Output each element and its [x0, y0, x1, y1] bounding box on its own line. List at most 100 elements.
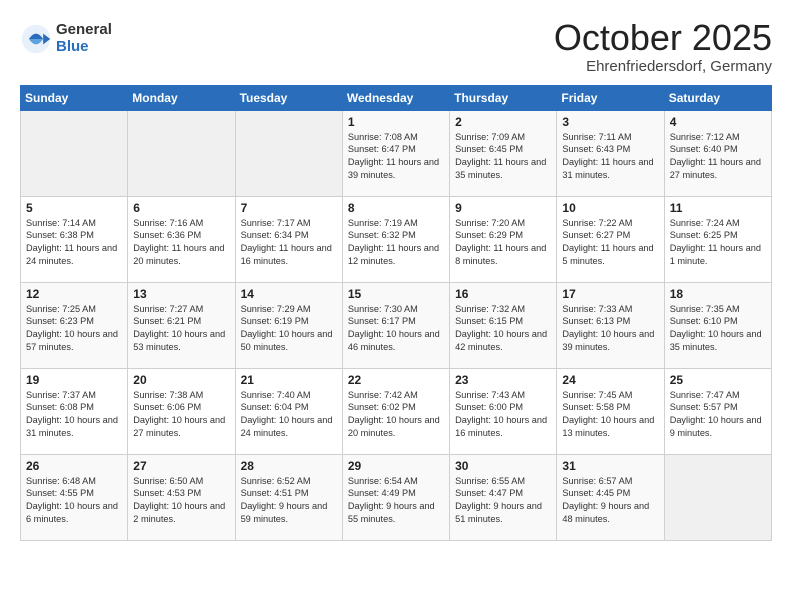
table-row: 18 Sunrise: 7:35 AMSunset: 6:10 PMDaylig…	[664, 282, 771, 368]
logo-text: General Blue	[56, 22, 112, 55]
day-number: 10	[562, 201, 658, 215]
col-tuesday: Tuesday	[235, 85, 342, 110]
day-number: 6	[133, 201, 229, 215]
table-row: 7 Sunrise: 7:17 AMSunset: 6:34 PMDayligh…	[235, 196, 342, 282]
day-number: 28	[241, 459, 337, 473]
day-number: 5	[26, 201, 122, 215]
logo-general: General	[56, 22, 112, 39]
day-number: 29	[348, 459, 444, 473]
logo: General Blue	[20, 22, 112, 55]
logo-blue: Blue	[56, 39, 112, 56]
day-number: 22	[348, 373, 444, 387]
day-info: Sunrise: 7:42 AMSunset: 6:02 PMDaylight:…	[348, 389, 444, 441]
table-row: 26 Sunrise: 6:48 AMSunset: 4:55 PMDaylig…	[21, 454, 128, 540]
table-row: 29 Sunrise: 6:54 AMSunset: 4:49 PMDaylig…	[342, 454, 449, 540]
table-row: 16 Sunrise: 7:32 AMSunset: 6:15 PMDaylig…	[450, 282, 557, 368]
table-row: 21 Sunrise: 7:40 AMSunset: 6:04 PMDaylig…	[235, 368, 342, 454]
day-number: 7	[241, 201, 337, 215]
day-info: Sunrise: 6:54 AMSunset: 4:49 PMDaylight:…	[348, 475, 444, 527]
table-row	[128, 110, 235, 196]
day-number: 17	[562, 287, 658, 301]
day-number: 2	[455, 115, 551, 129]
table-row: 2 Sunrise: 7:09 AMSunset: 6:45 PMDayligh…	[450, 110, 557, 196]
table-row: 5 Sunrise: 7:14 AMSunset: 6:38 PMDayligh…	[21, 196, 128, 282]
day-number: 19	[26, 373, 122, 387]
table-row: 20 Sunrise: 7:38 AMSunset: 6:06 PMDaylig…	[128, 368, 235, 454]
table-row: 27 Sunrise: 6:50 AMSunset: 4:53 PMDaylig…	[128, 454, 235, 540]
day-info: Sunrise: 7:37 AMSunset: 6:08 PMDaylight:…	[26, 389, 122, 441]
day-info: Sunrise: 7:33 AMSunset: 6:13 PMDaylight:…	[562, 303, 658, 355]
day-info: Sunrise: 7:30 AMSunset: 6:17 PMDaylight:…	[348, 303, 444, 355]
day-info: Sunrise: 7:16 AMSunset: 6:36 PMDaylight:…	[133, 217, 229, 269]
day-number: 1	[348, 115, 444, 129]
col-friday: Friday	[557, 85, 664, 110]
day-info: Sunrise: 7:29 AMSunset: 6:19 PMDaylight:…	[241, 303, 337, 355]
day-info: Sunrise: 6:50 AMSunset: 4:53 PMDaylight:…	[133, 475, 229, 527]
calendar-week-row: 1 Sunrise: 7:08 AMSunset: 6:47 PMDayligh…	[21, 110, 772, 196]
day-number: 15	[348, 287, 444, 301]
day-number: 8	[348, 201, 444, 215]
day-number: 16	[455, 287, 551, 301]
day-info: Sunrise: 7:19 AMSunset: 6:32 PMDaylight:…	[348, 217, 444, 269]
day-number: 11	[670, 201, 766, 215]
day-number: 25	[670, 373, 766, 387]
day-info: Sunrise: 6:48 AMSunset: 4:55 PMDaylight:…	[26, 475, 122, 527]
day-number: 3	[562, 115, 658, 129]
calendar-header-row: Sunday Monday Tuesday Wednesday Thursday…	[21, 85, 772, 110]
day-number: 27	[133, 459, 229, 473]
day-info: Sunrise: 7:32 AMSunset: 6:15 PMDaylight:…	[455, 303, 551, 355]
table-row: 3 Sunrise: 7:11 AMSunset: 6:43 PMDayligh…	[557, 110, 664, 196]
table-row: 14 Sunrise: 7:29 AMSunset: 6:19 PMDaylig…	[235, 282, 342, 368]
table-row: 23 Sunrise: 7:43 AMSunset: 6:00 PMDaylig…	[450, 368, 557, 454]
day-info: Sunrise: 7:20 AMSunset: 6:29 PMDaylight:…	[455, 217, 551, 269]
day-number: 9	[455, 201, 551, 215]
day-number: 12	[26, 287, 122, 301]
day-number: 23	[455, 373, 551, 387]
col-monday: Monday	[128, 85, 235, 110]
table-row	[664, 454, 771, 540]
day-number: 18	[670, 287, 766, 301]
location-subtitle: Ehrenfriedersdorf, Germany	[554, 58, 772, 75]
col-sunday: Sunday	[21, 85, 128, 110]
day-number: 30	[455, 459, 551, 473]
day-info: Sunrise: 7:35 AMSunset: 6:10 PMDaylight:…	[670, 303, 766, 355]
table-row: 13 Sunrise: 7:27 AMSunset: 6:21 PMDaylig…	[128, 282, 235, 368]
day-number: 21	[241, 373, 337, 387]
day-info: Sunrise: 7:17 AMSunset: 6:34 PMDaylight:…	[241, 217, 337, 269]
day-info: Sunrise: 7:08 AMSunset: 6:47 PMDaylight:…	[348, 131, 444, 183]
table-row: 30 Sunrise: 6:55 AMSunset: 4:47 PMDaylig…	[450, 454, 557, 540]
day-info: Sunrise: 7:11 AMSunset: 6:43 PMDaylight:…	[562, 131, 658, 183]
calendar-page: General Blue October 2025 Ehrenfriedersd…	[0, 0, 792, 612]
day-info: Sunrise: 7:45 AMSunset: 5:58 PMDaylight:…	[562, 389, 658, 441]
day-info: Sunrise: 7:25 AMSunset: 6:23 PMDaylight:…	[26, 303, 122, 355]
day-info: Sunrise: 7:40 AMSunset: 6:04 PMDaylight:…	[241, 389, 337, 441]
calendar-table: Sunday Monday Tuesday Wednesday Thursday…	[20, 85, 772, 541]
day-info: Sunrise: 6:57 AMSunset: 4:45 PMDaylight:…	[562, 475, 658, 527]
day-info: Sunrise: 6:55 AMSunset: 4:47 PMDaylight:…	[455, 475, 551, 527]
table-row: 25 Sunrise: 7:47 AMSunset: 5:57 PMDaylig…	[664, 368, 771, 454]
calendar-week-row: 19 Sunrise: 7:37 AMSunset: 6:08 PMDaylig…	[21, 368, 772, 454]
day-info: Sunrise: 7:22 AMSunset: 6:27 PMDaylight:…	[562, 217, 658, 269]
logo-icon	[20, 23, 52, 55]
calendar-week-row: 5 Sunrise: 7:14 AMSunset: 6:38 PMDayligh…	[21, 196, 772, 282]
table-row	[235, 110, 342, 196]
day-number: 14	[241, 287, 337, 301]
day-number: 13	[133, 287, 229, 301]
calendar-week-row: 12 Sunrise: 7:25 AMSunset: 6:23 PMDaylig…	[21, 282, 772, 368]
day-number: 26	[26, 459, 122, 473]
day-info: Sunrise: 7:09 AMSunset: 6:45 PMDaylight:…	[455, 131, 551, 183]
calendar-week-row: 26 Sunrise: 6:48 AMSunset: 4:55 PMDaylig…	[21, 454, 772, 540]
table-row: 1 Sunrise: 7:08 AMSunset: 6:47 PMDayligh…	[342, 110, 449, 196]
day-number: 31	[562, 459, 658, 473]
table-row: 22 Sunrise: 7:42 AMSunset: 6:02 PMDaylig…	[342, 368, 449, 454]
day-info: Sunrise: 7:27 AMSunset: 6:21 PMDaylight:…	[133, 303, 229, 355]
header: General Blue October 2025 Ehrenfriedersd…	[20, 18, 772, 75]
table-row: 12 Sunrise: 7:25 AMSunset: 6:23 PMDaylig…	[21, 282, 128, 368]
day-info: Sunrise: 7:12 AMSunset: 6:40 PMDaylight:…	[670, 131, 766, 183]
table-row: 4 Sunrise: 7:12 AMSunset: 6:40 PMDayligh…	[664, 110, 771, 196]
table-row: 6 Sunrise: 7:16 AMSunset: 6:36 PMDayligh…	[128, 196, 235, 282]
table-row: 8 Sunrise: 7:19 AMSunset: 6:32 PMDayligh…	[342, 196, 449, 282]
table-row: 11 Sunrise: 7:24 AMSunset: 6:25 PMDaylig…	[664, 196, 771, 282]
table-row: 28 Sunrise: 6:52 AMSunset: 4:51 PMDaylig…	[235, 454, 342, 540]
title-block: October 2025 Ehrenfriedersdorf, Germany	[554, 18, 772, 75]
